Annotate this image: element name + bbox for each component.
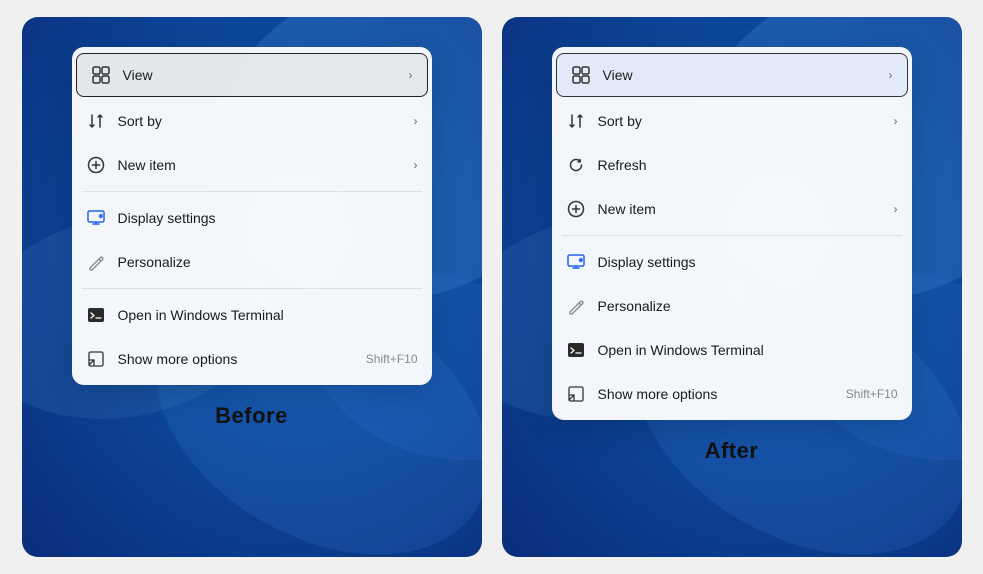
menu-label-terminal-before: Open in Windows Terminal [118,307,418,323]
menu-label-personalize-after: Personalize [598,298,898,314]
menu-item-newitem-after[interactable]: New item › [552,187,912,231]
menu-label-terminal-after: Open in Windows Terminal [598,342,898,358]
divider-2-before [82,288,422,289]
menu-label-showmore-before: Show more options [118,351,358,367]
menu-label-display-before: Display settings [118,210,418,226]
personalize-icon-before [86,252,106,272]
menu-item-refresh-after[interactable]: Refresh [552,143,912,187]
menu-arrow-sortby-after: › [894,114,898,128]
menu-label-newitem-after: New item [598,201,886,217]
menu-arrow-newitem-after: › [894,202,898,216]
menu-label-newitem-before: New item [118,157,406,173]
menu-label-personalize-before: Personalize [118,254,418,270]
before-caption: Before [215,403,288,429]
menu-label-sortby-before: Sort by [118,113,406,129]
divider-1-before [82,191,422,192]
menu-item-display-after[interactable]: Display settings [552,240,912,284]
menu-item-display-before[interactable]: Display settings [72,196,432,240]
menu-label-display-after: Display settings [598,254,898,270]
after-panel: View › Sort by › Refresh [502,17,962,557]
display-icon-before [86,208,106,228]
display-icon-after [566,252,586,272]
menu-item-view-after[interactable]: View › [556,53,908,97]
grid-icon-after [571,65,591,85]
showmore-icon-after [566,384,586,404]
menu-arrow-newitem-before: › [414,158,418,172]
showmore-icon-before [86,349,106,369]
grid-icon-before [91,65,111,85]
menu-item-showmore-before[interactable]: Show more options Shift+F10 [72,337,432,381]
menu-arrow-view-before: › [409,68,413,82]
newitem-icon-before [86,155,106,175]
menu-label-view-before: View [123,67,401,83]
terminal-icon-before [86,305,106,325]
after-context-menu: View › Sort by › Refresh [552,47,912,420]
menu-item-sortby-after[interactable]: Sort by › [552,99,912,143]
newitem-icon-after [566,199,586,219]
divider-1-after [562,235,902,236]
refresh-icon-after [566,155,586,175]
personalize-icon-after [566,296,586,316]
menu-item-terminal-after[interactable]: Open in Windows Terminal [552,328,912,372]
menu-label-sortby-after: Sort by [598,113,886,129]
menu-label-showmore-after: Show more options [598,386,838,402]
after-caption: After [705,438,759,464]
menu-arrow-sortby-before: › [414,114,418,128]
menu-item-showmore-after[interactable]: Show more options Shift+F10 [552,372,912,416]
before-panel: View › Sort by › New item › [22,17,482,557]
terminal-icon-after [566,340,586,360]
menu-item-sortby-before[interactable]: Sort by › [72,99,432,143]
menu-arrow-view-after: › [889,68,893,82]
menu-item-personalize-after[interactable]: Personalize [552,284,912,328]
menu-item-view-before[interactable]: View › [76,53,428,97]
menu-shortcut-showmore-after: Shift+F10 [846,387,898,401]
menu-item-personalize-before[interactable]: Personalize [72,240,432,284]
menu-label-view-after: View [603,67,881,83]
menu-item-terminal-before[interactable]: Open in Windows Terminal [72,293,432,337]
before-context-menu: View › Sort by › New item › [72,47,432,385]
menu-item-newitem-before[interactable]: New item › [72,143,432,187]
menu-label-refresh-after: Refresh [598,157,898,173]
sort-icon-before [86,111,106,131]
menu-shortcut-showmore-before: Shift+F10 [366,352,418,366]
sort-icon-after [566,111,586,131]
